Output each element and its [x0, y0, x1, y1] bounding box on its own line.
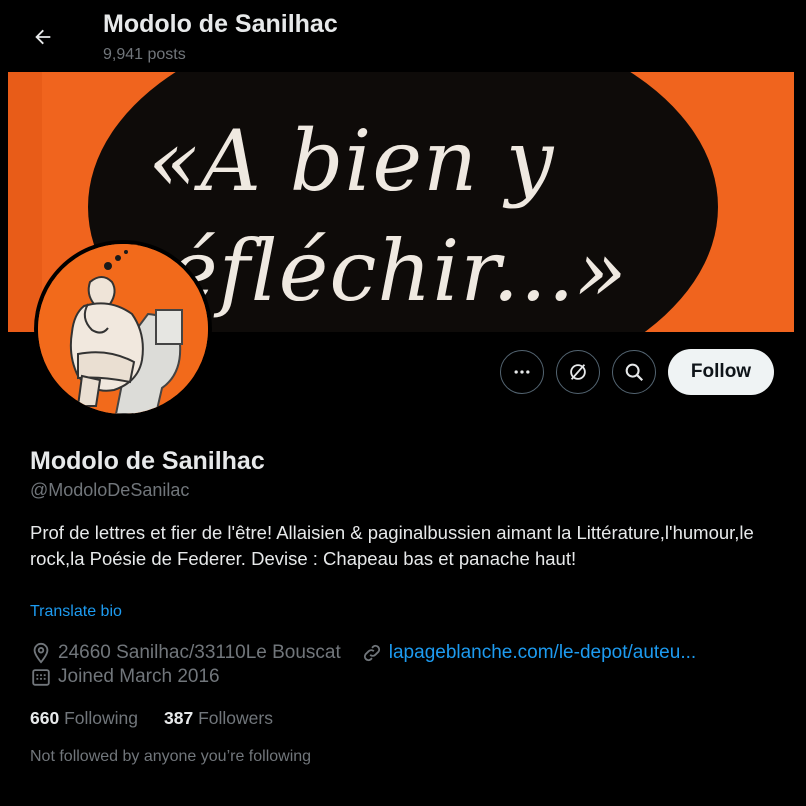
website-link[interactable]: lapageblanche.com/le-depot/auteu... — [389, 642, 696, 664]
following-label: Following — [64, 708, 139, 728]
search-button[interactable] — [612, 350, 656, 394]
link-icon — [363, 644, 380, 662]
avatar-image — [38, 244, 208, 414]
profile-page: Modolo de Sanilhac 9,941 posts «A bien y… — [8, 0, 794, 806]
posts-count: 9,941 posts — [103, 46, 186, 63]
follow-button[interactable]: Follow — [668, 349, 774, 395]
profile-meta-row: 24660 Sanilhac/33110Le Bouscat lapagebla… — [30, 642, 696, 664]
profile-actions: Follow — [500, 349, 774, 395]
more-button[interactable] — [500, 350, 544, 394]
calendar-icon — [32, 669, 50, 686]
banner-text-line2: éfléchir...» — [168, 222, 628, 320]
back-button[interactable] — [26, 20, 60, 54]
location-text: 24660 Sanilhac/33110Le Bouscat — [58, 642, 341, 663]
profile-name: Modolo de Sanilhac — [30, 447, 265, 475]
banner-book-edge — [8, 72, 42, 332]
profile-bio: Prof de lettres et fier de l'être! Allai… — [30, 522, 754, 569]
location-pin-icon — [33, 642, 49, 664]
more-icon — [514, 370, 530, 374]
following-link[interactable]: 660 Following — [30, 708, 138, 729]
follow-stats: 660 Following 387 Followers — [30, 708, 273, 729]
translate-bio-link[interactable]: Translate bio — [30, 603, 122, 621]
profile-handle: @ModoloDeSanilac — [30, 480, 190, 500]
following-count: 660 — [30, 708, 60, 728]
followers-label: Followers — [198, 708, 273, 728]
followers-count: 387 — [164, 708, 194, 728]
grok-button[interactable] — [556, 350, 600, 394]
grok-icon — [570, 364, 586, 380]
joined-text: Joined March 2016 — [58, 666, 220, 687]
followers-link[interactable]: 387 Followers — [164, 708, 273, 729]
header-name: Modolo de Sanilhac — [103, 10, 338, 38]
arrow-left-icon — [35, 29, 51, 45]
not-followed-notice: Not followed by anyone you’re following — [30, 748, 312, 765]
banner-text-line1: «A bien y — [148, 112, 555, 210]
top-bar: Modolo de Sanilhac 9,941 posts — [8, 0, 794, 72]
search-icon — [625, 363, 644, 382]
thinker-illustration — [38, 244, 208, 414]
avatar[interactable] — [34, 240, 212, 418]
profile-joined-row: Joined March 2016 — [30, 666, 220, 688]
